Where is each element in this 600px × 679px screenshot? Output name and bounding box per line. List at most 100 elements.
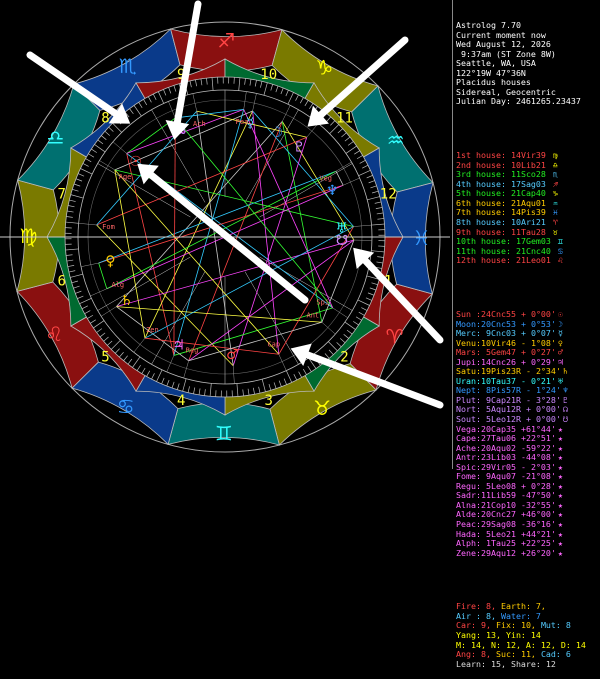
planet-latitude: - 2°03' (521, 463, 556, 472)
house-cusp-value: 17Sag03 (511, 180, 546, 189)
house-number: 10 (260, 67, 277, 83)
planet-row: Alph: 1Tau25 +22°25'★ (456, 539, 600, 549)
sign-icon: ♏ (551, 170, 560, 180)
planet-position: 27Tau06 (481, 434, 516, 443)
house-cusp-value: 17Gem03 (516, 237, 551, 246)
summary-segment: Ang: 8, (456, 650, 496, 659)
planet-row: Uran:10Tau37 - 0°21'♅ (456, 377, 600, 387)
chart-info-block: Astrolog 7.70Current moment nowWed Augus… (456, 21, 600, 107)
planet-label: Vega: (456, 425, 481, 434)
planet-icon: ♂ (556, 348, 565, 358)
planet-row: Cape:27Tau06 +22°51'★ (456, 434, 600, 444)
planet-latitude: -36°16' (521, 520, 556, 529)
sign-icon: ♒ (387, 128, 405, 152)
planet-latitude: + 0°29' (521, 358, 556, 367)
planet-icon: ♀ (556, 339, 565, 349)
planet-label: Alde: (456, 510, 481, 519)
planet-label: Cape: (456, 434, 481, 443)
planet-latitude: +22°25' (521, 539, 556, 548)
house-number: 3 (265, 393, 273, 409)
planet-latitude: + 0°00' (526, 415, 561, 424)
planet-icon: ☿ (556, 329, 565, 339)
planet-row: Mars: 5Gem47 + 0°27'♂ (456, 348, 600, 358)
planet-latitude: + 0°07' (521, 329, 556, 338)
planet-position: 29Sag08 (481, 520, 516, 529)
planet-position: 20Aqu02 (481, 444, 516, 453)
planet-label: Jupi: (456, 358, 481, 367)
planet-position: 20Cnc27 (481, 510, 516, 519)
sign-icon: ♏ (119, 54, 137, 78)
summary-segment: Air : 8, (456, 612, 501, 621)
summary-row: M: 14, N: 12, A: 12, D: 14 (456, 641, 600, 651)
planet-label: Zene: (456, 549, 481, 558)
planet-position: 19Pis23R (481, 367, 521, 376)
planet-icon: ★ (556, 510, 565, 520)
planet-label: Mars: (456, 348, 481, 357)
planet-position: 20Cap35 (481, 425, 516, 434)
planet-label: Spic: (456, 463, 481, 472)
planet-row: Sout: 5Leo12R + 0°00'☋ (456, 415, 600, 425)
house-row: 5th house: 21Cap40 ♑ (456, 189, 600, 199)
sign-icon: ♍ (20, 224, 38, 248)
planet-label: Uran: (456, 377, 481, 386)
info-line: Sidereal, Geocentric (456, 88, 600, 98)
sign-icon: ♉ (313, 396, 331, 420)
planet-label: Plut: (456, 396, 481, 405)
planet-icon: ★ (556, 482, 565, 492)
summary-segment: Water: 7 (501, 612, 541, 621)
planet-icon: ★ (556, 539, 565, 549)
house-cusp-value: 14Pis39 (511, 208, 546, 217)
planet-latitude: -59°22' (521, 444, 556, 453)
house-number: 4 (177, 393, 185, 409)
star-label: Pea (236, 118, 249, 126)
house-row: 9th house: 11Tau28 ♉ (456, 228, 600, 238)
star-label: Ach (193, 120, 206, 128)
planet-latitude: +44°21' (521, 530, 556, 539)
house-row: 10th house: 17Gem03 ♊ (456, 237, 600, 247)
summary-segment: Fire: 8, (456, 602, 501, 611)
info-line: Julian Day: 2461265.23437 (456, 97, 600, 107)
sign-icon: ♊ (556, 237, 565, 247)
summary-segment: Earth: 7, (501, 602, 546, 611)
planet-latitude: -44°08' (521, 453, 556, 462)
summary-row: Yang: 13, Yin: 14 (456, 631, 600, 641)
planet-icon: ★ (556, 463, 565, 473)
house-cusp-value: 21Cnc40 (516, 247, 551, 256)
sign-icon: ♓ (413, 226, 431, 250)
planet-icon: ★ (556, 434, 565, 444)
planet-label: Sout: (456, 415, 481, 424)
house-row: 2nd house: 10Lib21 ♎ (456, 161, 600, 171)
planet-label: Satu: (456, 367, 481, 376)
house-row: 12th house: 21Leo01 ♌ (456, 256, 600, 266)
planet-position: 29Vir05 (481, 463, 516, 472)
planet-icon: ♇ (561, 396, 570, 406)
house-number: 2 (340, 350, 348, 366)
planet-icon: ☽ (556, 320, 565, 330)
planet-icon: ♃ (172, 337, 185, 353)
planet-icon: ☊ (561, 405, 570, 415)
house-row: 6th house: 21Aqu01 ♒ (456, 199, 600, 209)
sign-icon: ♓ (551, 208, 560, 218)
planet-label: Hada: (456, 530, 481, 539)
sign-icon: ♑ (551, 189, 560, 199)
planet-latitude: - 1°08' (521, 339, 556, 348)
house-row: 3rd house: 11Sco28 ♏ (456, 170, 600, 180)
planet-icon: ☋ (561, 415, 570, 425)
planet-position: 10Vir46 (481, 339, 516, 348)
planet-position: 5Leo21 (481, 530, 516, 539)
sign-icon: ♋ (556, 247, 565, 257)
planet-latitude: +22°51' (521, 434, 556, 443)
planet-label: Regu: (456, 482, 481, 491)
planet-row: Merc: 9Cnc03 + 0°07'☿ (456, 329, 600, 339)
house-number: 5 (101, 350, 109, 366)
planet-label: Ache: (456, 444, 481, 453)
planet-icon: ☉ (556, 310, 565, 320)
summary-row: Car: 9, Fix: 10, Mut: 8 (456, 621, 600, 631)
summary-segment: Fix: 10, (496, 621, 541, 630)
info-panel: Astrolog 7.70Current moment nowWed Augus… (452, 0, 600, 469)
star-label: Zen (146, 326, 159, 334)
planet-label: Nept: (456, 386, 481, 395)
planet-row: Nept: 8Pis57R - 1°24'♆ (456, 386, 600, 396)
planet-icon: ★ (556, 520, 565, 530)
planet-icon: ★ (556, 549, 565, 559)
